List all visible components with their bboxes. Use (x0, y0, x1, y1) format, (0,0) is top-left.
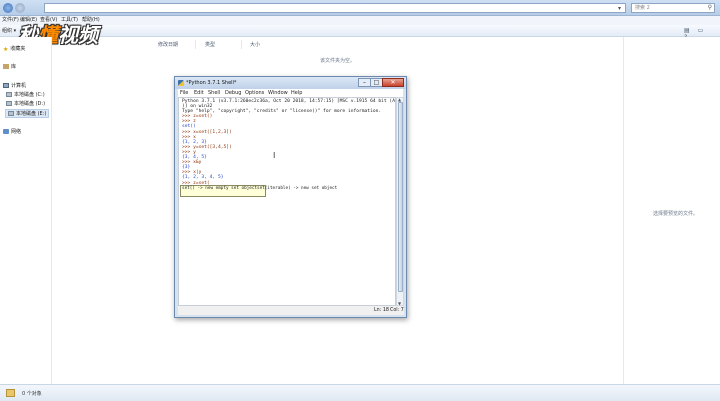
drive-icon (6, 92, 12, 97)
column-divider[interactable] (241, 40, 242, 49)
calltip-tooltip: set() -> new empty set objectset(iterabl… (180, 185, 337, 197)
shell-menu-shell[interactable]: Shell (208, 89, 220, 97)
nav-favorites[interactable]: ★ 收藏夹 (3, 45, 25, 53)
nav-network[interactable]: 网络 (3, 128, 21, 135)
column-indicator: Col: 7 (390, 308, 404, 313)
menu-file[interactable]: 文件(F) (2, 16, 19, 25)
nav-drive-e-label: 本地磁盘 (E:) (16, 111, 47, 117)
status-count: 0 个对象 (22, 391, 42, 397)
library-icon (3, 64, 9, 69)
status-bar: 0 个对象 (0, 384, 720, 401)
explorer-menu-bar: 文件(F) 编辑(E) 查看(V) 工具(T) 帮助(H) (0, 16, 720, 25)
shell-menu-bar: File Edit Shell Debug Options Window Hel… (178, 89, 403, 97)
drive-icon (6, 101, 12, 106)
calltip-line: set() -> new empty set object (182, 186, 258, 191)
explorer-toolbar: 组织 ▾ ▤ ▭ ? (0, 25, 720, 41)
column-type[interactable]: 类型 (205, 41, 215, 48)
network-icon (3, 129, 9, 134)
search-icon[interactable]: ⚲ (708, 4, 712, 12)
preview-message: 选择要预览的文件。 (653, 211, 699, 217)
column-date[interactable]: 修改日期 (158, 41, 178, 48)
shell-title-bar[interactable]: *Python 3.7.1 Shell* – □ ✕ (175, 77, 406, 89)
nav-drive-d[interactable]: 本地磁盘 (D:) (6, 100, 45, 107)
shell-menu-file[interactable]: File (180, 89, 188, 97)
line-indicator: Ln: 18 (374, 308, 389, 313)
vertical-scrollbar[interactable]: ▲ ▼ (396, 97, 404, 306)
nav-drive-c-label: 本地磁盘 (C:) (14, 92, 45, 98)
python-shell-window: *Python 3.7.1 Shell* – □ ✕ File Edit Shell… (174, 76, 407, 318)
nav-computer[interactable]: 计算机 (3, 82, 26, 89)
explorer-title-bar: ▾ 搜索 2 ⚲ (0, 0, 720, 16)
python-icon (178, 80, 184, 86)
computer-icon (3, 83, 9, 88)
shell-menu-edit[interactable]: Edit (194, 89, 204, 97)
shell-status-bar: Ln: 18 Col: 7 (178, 306, 404, 315)
nav-drive-c[interactable]: 本地磁盘 (C:) (6, 91, 45, 98)
chevron-down-icon[interactable]: ▾ (618, 5, 621, 12)
forward-button[interactable] (15, 3, 25, 13)
empty-folder-message: 该文件夹为空。 (320, 58, 356, 64)
nav-drive-e[interactable]: 本地磁盘 (E:) (5, 109, 50, 118)
nav-drive-d-label: 本地磁盘 (D:) (14, 101, 46, 107)
nav-libraries[interactable]: 库 (3, 63, 16, 70)
folder-icon (6, 389, 15, 397)
shell-menu-window[interactable]: Window (268, 89, 288, 97)
shell-menu-options[interactable]: Options (245, 89, 264, 97)
organize-button[interactable]: 组织 ▾ (2, 26, 16, 36)
back-button[interactable] (3, 3, 13, 13)
column-size[interactable]: 大小 (250, 41, 260, 48)
shell-line: Type "help", "copyright", "credits" or "… (182, 109, 382, 115)
drive-icon (8, 111, 14, 116)
shell-line: Python 3.7.1 (v3.7.1:260ec2c36a, Oct 20 … (182, 99, 396, 104)
address-bar[interactable]: ▾ (44, 3, 626, 13)
scrollbar-thumb[interactable] (398, 102, 403, 292)
view-options-icon[interactable]: ▤ (684, 27, 690, 34)
column-headers: 修改日期 类型 大小 (53, 40, 623, 49)
calltip-line: set(iterable) -> new set object (257, 186, 338, 191)
search-placeholder: 搜索 2 (635, 5, 650, 11)
text-cursor-icon: I (273, 151, 276, 160)
shell-title: *Python 3.7.1 Shell* (186, 80, 237, 86)
nav-computer-label: 计算机 (11, 83, 27, 89)
column-divider[interactable] (195, 40, 196, 49)
nav-network-label: 网络 (11, 129, 22, 135)
shell-text-area[interactable]: Python 3.7.1 (v3.7.1:260ec2c36a, Oct 20 … (178, 97, 396, 306)
star-icon: ★ (3, 46, 9, 53)
preview-pane-icon[interactable]: ▭ (698, 27, 704, 34)
nav-favorites-label: 收藏夹 (10, 46, 26, 52)
nav-libraries-label: 库 (11, 64, 17, 70)
close-button[interactable]: ✕ (382, 78, 404, 87)
navigation-pane: ★ 收藏夹 库 计算机 本地磁盘 (C:) 本地磁盘 (D:) 本地磁盘 (E:)… (0, 37, 52, 384)
search-input[interactable]: 搜索 2 ⚲ (631, 3, 715, 13)
shell-menu-help[interactable]: Help (291, 89, 302, 97)
shell-menu-debug[interactable]: Debug (225, 89, 241, 97)
